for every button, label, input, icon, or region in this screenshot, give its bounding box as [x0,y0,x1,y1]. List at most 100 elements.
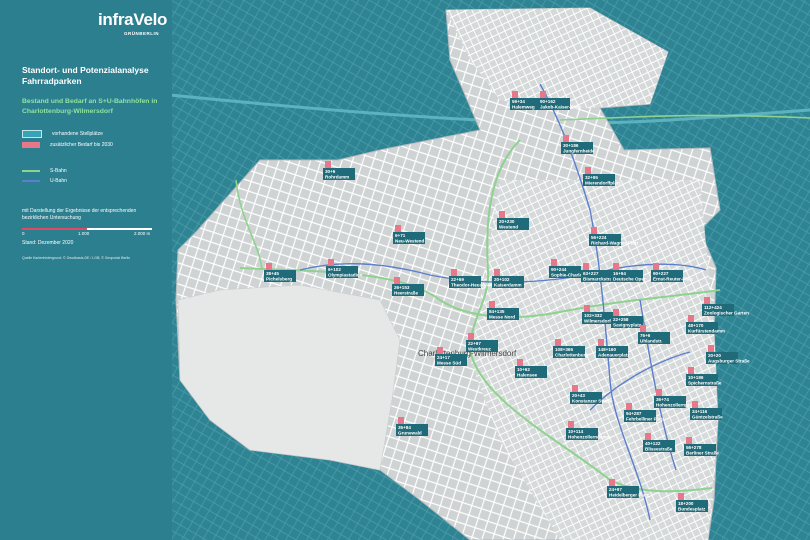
demand-bar [437,347,443,354]
demand-bar [266,263,272,270]
demand-bar [626,403,632,410]
demand-bar [686,437,692,444]
brand-subline: GRÜNBERLIN [124,31,159,36]
legend-existing: vorhandene Stellplätze [22,130,103,138]
station-values: 84+135 [489,309,505,314]
demand-bar [613,309,619,316]
station-values: 108+365 [555,347,573,352]
station-name: Blissestraße [645,447,673,452]
demand-bar [704,297,710,304]
station-values: 26+153 [394,285,410,290]
station-name: Kaiserdamm [494,283,522,288]
demand-bar [451,269,457,276]
station-name: Heerstraße [394,291,418,296]
station-values: 6+71 [395,233,406,238]
demand-bar [692,401,698,408]
station-values: 24+17 [437,355,450,360]
station-values: 34+116 [692,409,708,414]
station-values: 20+43 [572,393,585,398]
demand-bar [489,301,495,308]
station-values: 20+230 [499,219,515,224]
scale-bar: 0 1.000 2.000 m [22,224,152,236]
demand-bar [688,315,694,322]
demand-bar [584,305,590,312]
station-name: Richard-Wagner-Platz [591,241,639,246]
demand-bar [395,225,401,232]
station-values: 59+34 [512,99,525,104]
station-values: 90+162 [540,99,556,104]
demand-bar [494,269,500,276]
scale-mid: 1.000 [78,231,90,236]
station-values: 40+122 [645,441,661,446]
demand-bar [551,259,557,266]
station-values: 10+62 [517,367,530,372]
station-name: Pichelsberg [266,277,292,282]
station-name: Neu-Westend [395,239,424,244]
station-name: Konstanzer Straße [572,399,613,404]
brand-logo: infraVelo [98,10,168,29]
demand-bar [688,367,694,374]
existing-swatch [22,130,42,138]
station-name: Güntzelstraße [692,415,723,420]
demand-bar [540,91,546,98]
legend-existing-label: vorhandene Stellplätze [52,131,103,137]
station-values: 94+287 [626,411,642,416]
demand-bar [563,135,569,142]
station-name: Rohrdamm [325,175,349,180]
station-name: Kurfürstendamm [688,329,725,334]
demand-bar [398,417,404,424]
scale-line [22,228,152,230]
demand-bar [499,211,505,218]
station-name: Jakob-Kaiser-Platz [540,105,582,110]
station-values: 32+95 [585,175,598,180]
station-values: 30+6 [325,169,336,174]
demand-bar [645,433,651,440]
station-values: 35+84 [398,425,411,430]
station-name: Messe Nord [489,315,515,320]
station-name: Charlottenburg [555,353,588,358]
legend-sbahn: S-Bahn [22,168,67,174]
demand-bar [708,345,714,352]
legend-panel: infraVelo GRÜNBERLIN Standort- und Poten… [0,0,172,540]
station-values: 38+45 [266,271,279,276]
station-values: 16+94 [613,271,626,276]
map-subtitle: Bestand und Bedarf an S+U-Bahnhöfen in C… [22,98,158,115]
date-text: Stand: Dezember 2020 [22,240,74,246]
station-values: 10+114 [568,429,584,434]
demand-bar [640,325,646,332]
demand-bar [585,167,591,174]
demand-bar [609,479,615,486]
ubahn-swatch [22,180,40,182]
station-values: 6+102 [328,267,341,272]
station-values: 10+186 [688,375,704,380]
demand-bar [468,333,474,340]
station-name: Zoologischer Garten [704,311,749,316]
station-name: Messe Süd [437,361,461,366]
station-values: 63+227 [583,271,599,276]
station-name: Bundesplatz [678,507,706,512]
station-name: Jungfernheide [563,149,595,154]
demand-bar [328,259,334,266]
demand-swatch [22,142,40,148]
station-name: Halensee [517,373,538,378]
legend-demand: zusätzlicher Bedarf bis 2030 [22,142,113,148]
demand-bar [598,339,604,346]
station-values: 20+102 [494,277,510,282]
station-name: Mierendorffplatz [585,181,621,186]
demand-bar [678,493,684,500]
station-name: Westkreuz [468,347,492,352]
station-name: Fehrbelliner Platz [626,417,665,422]
station-values: 36+74 [656,397,669,402]
station-name: Adenauerplatz [598,353,630,358]
station-name: Uhlandstr. [640,339,662,344]
scale-start: 0 [22,231,25,236]
station-name: Berliner Straße [686,451,719,456]
station-name: Grunewald [398,431,422,436]
station-name: Spichernstraße [688,381,722,386]
legend-demand-label: zusätzlicher Bedarf bis 2030 [50,142,113,148]
station-values: 22+59 [451,277,464,282]
station-values: 22+97 [468,341,481,346]
demand-bar [512,91,518,98]
demand-bar [656,389,662,396]
station-values: 90+227 [653,271,669,276]
